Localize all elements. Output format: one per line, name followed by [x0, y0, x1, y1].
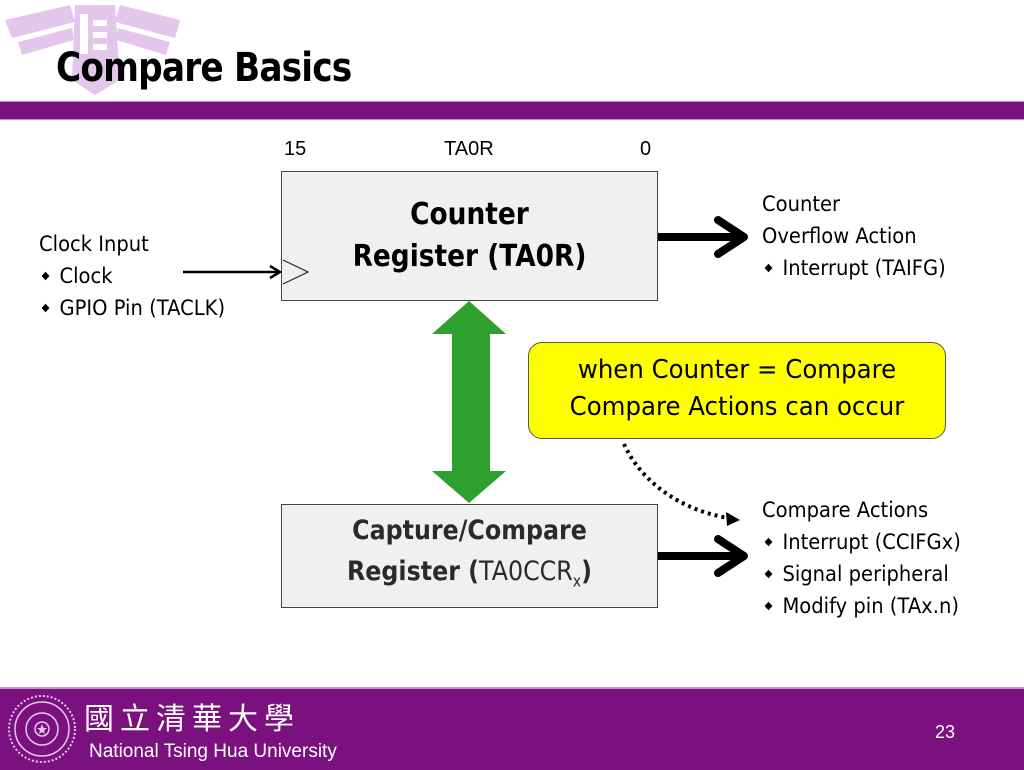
page-number: 23	[935, 722, 956, 742]
clock-edge-triangle-icon	[282, 259, 310, 285]
university-name-chinese: 國立清華大學	[84, 702, 300, 737]
university-name-english: National Tsing Hua University	[89, 741, 337, 762]
diagram-arrows	[183, 216, 748, 577]
university-seal-icon	[8, 695, 76, 763]
dotted-callout-arrow	[622, 443, 736, 521]
bidirectional-green-arrow-icon	[432, 301, 506, 503]
dotted-arrowhead-icon	[726, 512, 740, 526]
